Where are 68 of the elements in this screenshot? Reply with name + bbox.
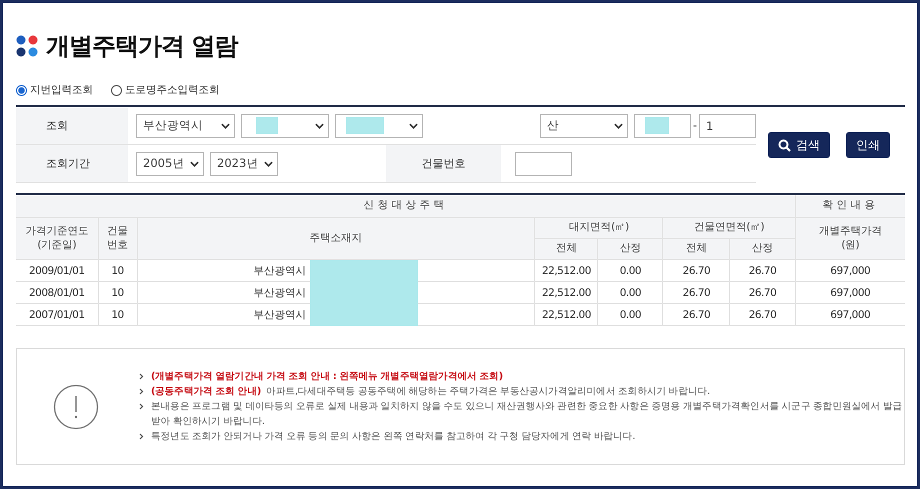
bullet-icon	[139, 403, 144, 410]
column-header: 산정	[730, 238, 795, 260]
town-select[interactable]	[335, 114, 423, 138]
table-cell: 2007/01/01	[16, 304, 98, 326]
search-mode-radio[interactable]: 지번입력조회	[16, 83, 93, 97]
table-cell: 10	[98, 260, 137, 282]
exclamation-icon	[53, 384, 99, 430]
notice-text: 특정년도 조회가 안되거나 가격 오류 등의 문의 사항은 왼쪽 연락처를 참고하여 각 구청 담당자에게 연락 바랍니다.	[151, 430, 635, 444]
column-header: 건물 번호	[98, 218, 137, 260]
caret-icon	[315, 122, 324, 128]
start-year-select[interactable]: 2005년	[136, 152, 204, 176]
notice-text: 본내용은 프로그램 및 데이타등의 오류로 실제 내용과 일치하지 않을 수도 있으니 재산권행사와 관련한 중요한 사항은 증명용 개별주택가격확인서를 시군구 종합민원실에서 발급받아 확인하시기 바랍니다.	[151, 400, 904, 429]
table-cell: 2008/01/01	[16, 282, 98, 304]
search-mode-radio[interactable]: 도로명주소입력조회	[111, 83, 220, 97]
table-cell: 0.00	[598, 304, 663, 326]
print-button[interactable]: 인쇄	[846, 132, 890, 158]
caret-icon	[614, 122, 623, 128]
main-number-field[interactable]	[634, 114, 691, 138]
table-cell: 22,512.00	[534, 304, 598, 326]
bullet-icon	[139, 433, 144, 440]
address-text: 부산광역시	[254, 308, 306, 322]
form-label: 건물번호	[386, 145, 501, 182]
table-cell: 26.70	[730, 304, 795, 326]
search-icon	[778, 138, 791, 152]
separator: -	[693, 119, 697, 132]
column-header: 건물연면적(㎡)	[662, 218, 795, 238]
column-header: 주택소재지	[137, 218, 535, 260]
building-number-field[interactable]	[515, 152, 572, 176]
lot-type-select[interactable]: 산	[540, 114, 628, 138]
column-header: 대지면적(㎡)	[534, 218, 663, 238]
column-header: 전체	[662, 238, 730, 260]
caret-icon	[221, 122, 230, 128]
bullet-icon	[139, 388, 144, 395]
table-cell: 2009/01/01	[16, 260, 98, 282]
table-cell: 10	[98, 304, 137, 326]
column-group-header: 신청대상주택	[16, 194, 795, 218]
bullet-icon	[139, 373, 144, 380]
address-text: 부산광역시	[254, 264, 306, 278]
table-cell: 26.70	[730, 260, 795, 282]
table-cell: 0.00	[598, 282, 663, 304]
table-cell: 22,512.00	[534, 282, 598, 304]
column-header: 개별주택가격 (원)	[795, 218, 905, 260]
form-label: 조회	[16, 107, 128, 144]
notice-text: (공동주택가격 조회 안내) 아파트,다세대주택등 공동주택에 해당하는 주택가격은 부동산공시가격알리미에서 조회하시기 바랍니다.	[151, 385, 710, 399]
search-button[interactable]: 검색	[768, 132, 830, 158]
caret-icon	[190, 160, 199, 166]
district-select[interactable]	[241, 114, 329, 138]
table-cell: 10	[98, 282, 137, 304]
notice-text: (개별주택가격 열람기간내 가격 조회 안내 : 왼쪽메뉴 개별주택열람가격에서 조회)	[151, 370, 503, 384]
end-year-select[interactable]: 2023년	[210, 152, 278, 176]
caret-icon	[409, 122, 418, 128]
table-cell: 0.00	[598, 260, 663, 282]
page-title: 개별주택가격 열람	[46, 31, 238, 62]
address-text: 부산광역시	[254, 286, 306, 300]
table-cell: 26.70	[730, 282, 795, 304]
column-header: 전체	[534, 238, 598, 260]
logo-icon	[16, 35, 38, 57]
column-header: 가격기준연도 (기준일)	[16, 218, 98, 260]
table-cell: 26.70	[662, 260, 730, 282]
table-cell: 26.70	[662, 304, 730, 326]
form-label: 조회기간	[16, 145, 128, 182]
column-group-header: 확인내용	[795, 194, 905, 218]
sub-number-field[interactable]: 1	[698, 114, 756, 138]
caret-icon	[264, 160, 273, 166]
table-cell: 22,512.00	[534, 260, 598, 282]
province-select[interactable]: 부산광역시	[136, 114, 235, 138]
column-header: 산정	[598, 238, 663, 260]
table-cell: 26.70	[662, 282, 730, 304]
